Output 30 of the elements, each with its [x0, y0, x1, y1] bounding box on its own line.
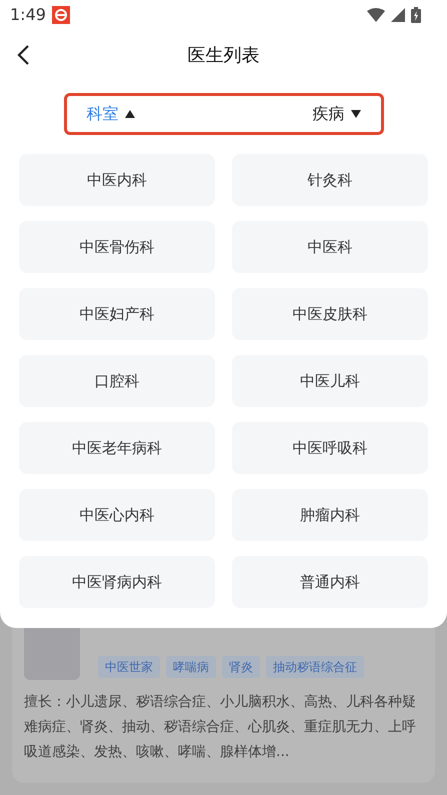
- caret-icon: [124, 110, 134, 118]
- specialty-text: 擅长：小儿遗尿、秽语综合症、小儿脑积水、高热、儿科各种疑难病症、肾炎、抽动、秽语综合症、心肌炎、重症肌无力、上呼吸道感染、发热、咳嗽、哮喘、腺样体增...: [24, 693, 417, 762]
- battery-icon: [411, 7, 421, 23]
- page-title: 医生列表: [188, 44, 260, 68]
- department-option[interactable]: 肿瘤内科: [232, 489, 428, 541]
- department-option[interactable]: 中医妇产科: [19, 288, 215, 340]
- department-option[interactable]: 中医儿科: [232, 355, 428, 407]
- department-option[interactable]: 中医科: [232, 221, 428, 273]
- department-option[interactable]: 普通内科: [232, 556, 428, 608]
- doctor-tag: 中医世家: [98, 656, 160, 678]
- department-option[interactable]: 中医呼吸科: [232, 422, 428, 474]
- department-option[interactable]: 针灸科: [232, 154, 428, 206]
- signal-icon: [391, 8, 405, 22]
- filter-tab[interactable]: 疾病: [312, 102, 360, 126]
- caret-icon: [350, 110, 360, 118]
- doctor-tag: 抽动秽语综合征: [266, 656, 364, 678]
- filter-tab[interactable]: 科室: [86, 102, 134, 126]
- department-option[interactable]: 口腔科: [19, 355, 215, 407]
- wifi-icon: [367, 8, 385, 22]
- department-option[interactable]: 中医老年病科: [19, 422, 215, 474]
- doctor-tag: 肾炎: [222, 656, 260, 678]
- doctor-tag: 哮喘病: [166, 656, 216, 678]
- department-option[interactable]: 中医肾病内科: [19, 556, 215, 608]
- back-icon: [16, 44, 30, 66]
- app-notification-icon: [52, 6, 70, 24]
- department-option[interactable]: 中医骨伤科: [19, 221, 215, 273]
- department-option[interactable]: 中医内科: [19, 154, 215, 206]
- department-option[interactable]: 中医心内科: [19, 489, 215, 541]
- department-option[interactable]: 中医皮肤科: [232, 288, 428, 340]
- status-time: 1:49: [10, 4, 46, 26]
